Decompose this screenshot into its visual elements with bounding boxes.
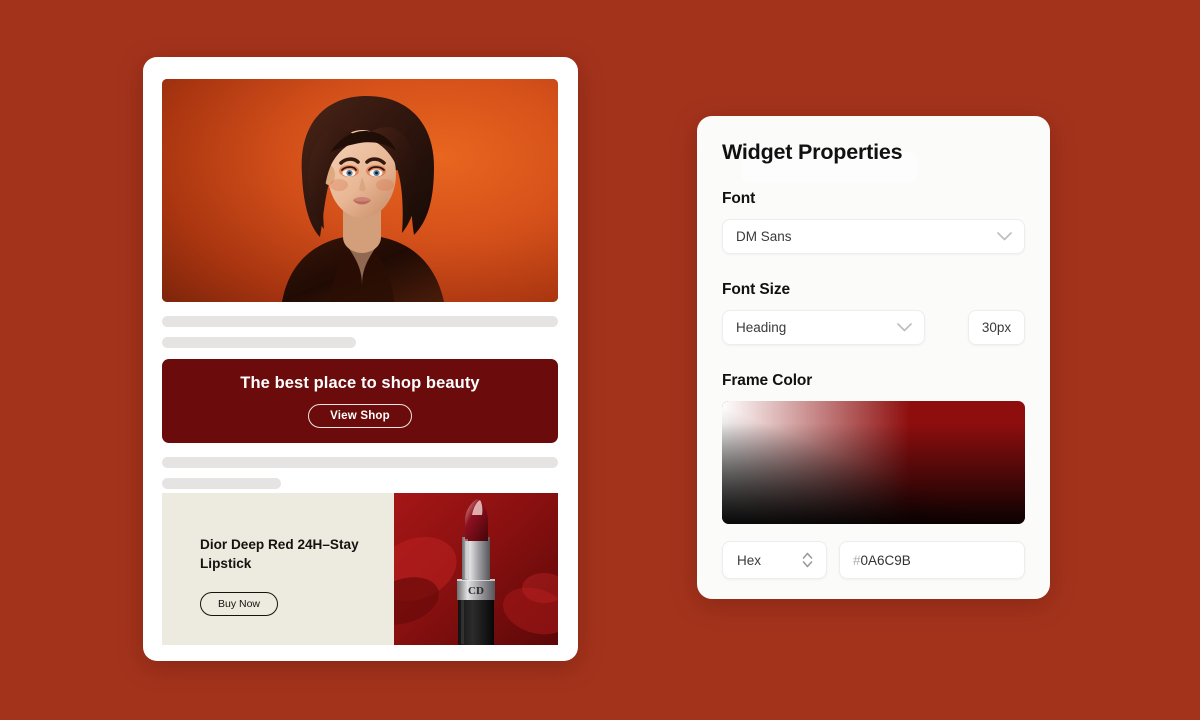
product-info: Dior Deep Red 24H–Stay Lipstick Buy Now — [162, 493, 394, 645]
widget-preview-card: The best place to shop beauty View Shop … — [143, 57, 578, 661]
hex-value-input[interactable]: #0A6C9B — [839, 541, 1025, 579]
hex-digits: 0A6C9B — [860, 552, 911, 568]
font-size-label: Font Size — [722, 281, 790, 298]
promo-title: The best place to shop beauty — [240, 374, 480, 392]
value-corner-layer — [722, 401, 1025, 524]
color-input-row: Hex #0A6C9B — [722, 541, 1025, 579]
font-size-row: Heading 30px — [722, 310, 1025, 345]
font-size-value-input[interactable]: 30px — [968, 310, 1025, 345]
color-mode-value: Hex — [737, 552, 762, 568]
color-mode-select[interactable]: Hex — [722, 541, 827, 579]
hex-prefix: # — [853, 552, 861, 568]
frame-color-label: Frame Color — [722, 372, 813, 389]
placeholder-line — [162, 316, 558, 327]
page-title: Widget Properties — [722, 140, 903, 164]
promo-banner: The best place to shop beauty View Shop — [162, 359, 558, 443]
placeholder-line — [162, 478, 281, 489]
buy-now-button[interactable]: Buy Now — [200, 591, 279, 616]
font-select-value: DM Sans — [736, 229, 792, 244]
portrait-photo — [162, 79, 558, 302]
font-label: Font — [722, 190, 756, 207]
hero-photo — [162, 79, 558, 302]
product-banner: Dior Deep Red 24H–Stay Lipstick Buy Now — [162, 493, 558, 645]
placeholder-line — [162, 337, 357, 348]
font-size-select[interactable]: Heading — [722, 310, 925, 345]
skeleton-group-top — [162, 316, 558, 348]
chevron-down-icon — [997, 232, 1012, 241]
chevron-updown-stepper-icon[interactable] — [801, 551, 814, 569]
chevron-down-icon — [897, 323, 912, 332]
product-photo: CD — [394, 493, 558, 645]
skeleton-group-bottom — [162, 457, 558, 489]
widget-properties-panel: Widget Properties Font DM Sans Font Size… — [697, 116, 1050, 599]
view-shop-button[interactable]: View Shop — [308, 404, 412, 428]
font-size-value-text: 30px — [981, 320, 1012, 335]
font-select[interactable]: DM Sans — [722, 219, 1025, 254]
lipstick-photo: CD — [394, 493, 558, 645]
product-title: Dior Deep Red 24H–Stay Lipstick — [200, 537, 359, 572]
svg-text:CD: CD — [468, 585, 484, 597]
color-picker-gradient[interactable] — [722, 401, 1025, 524]
placeholder-line — [162, 457, 558, 468]
font-size-select-value: Heading — [736, 320, 787, 335]
